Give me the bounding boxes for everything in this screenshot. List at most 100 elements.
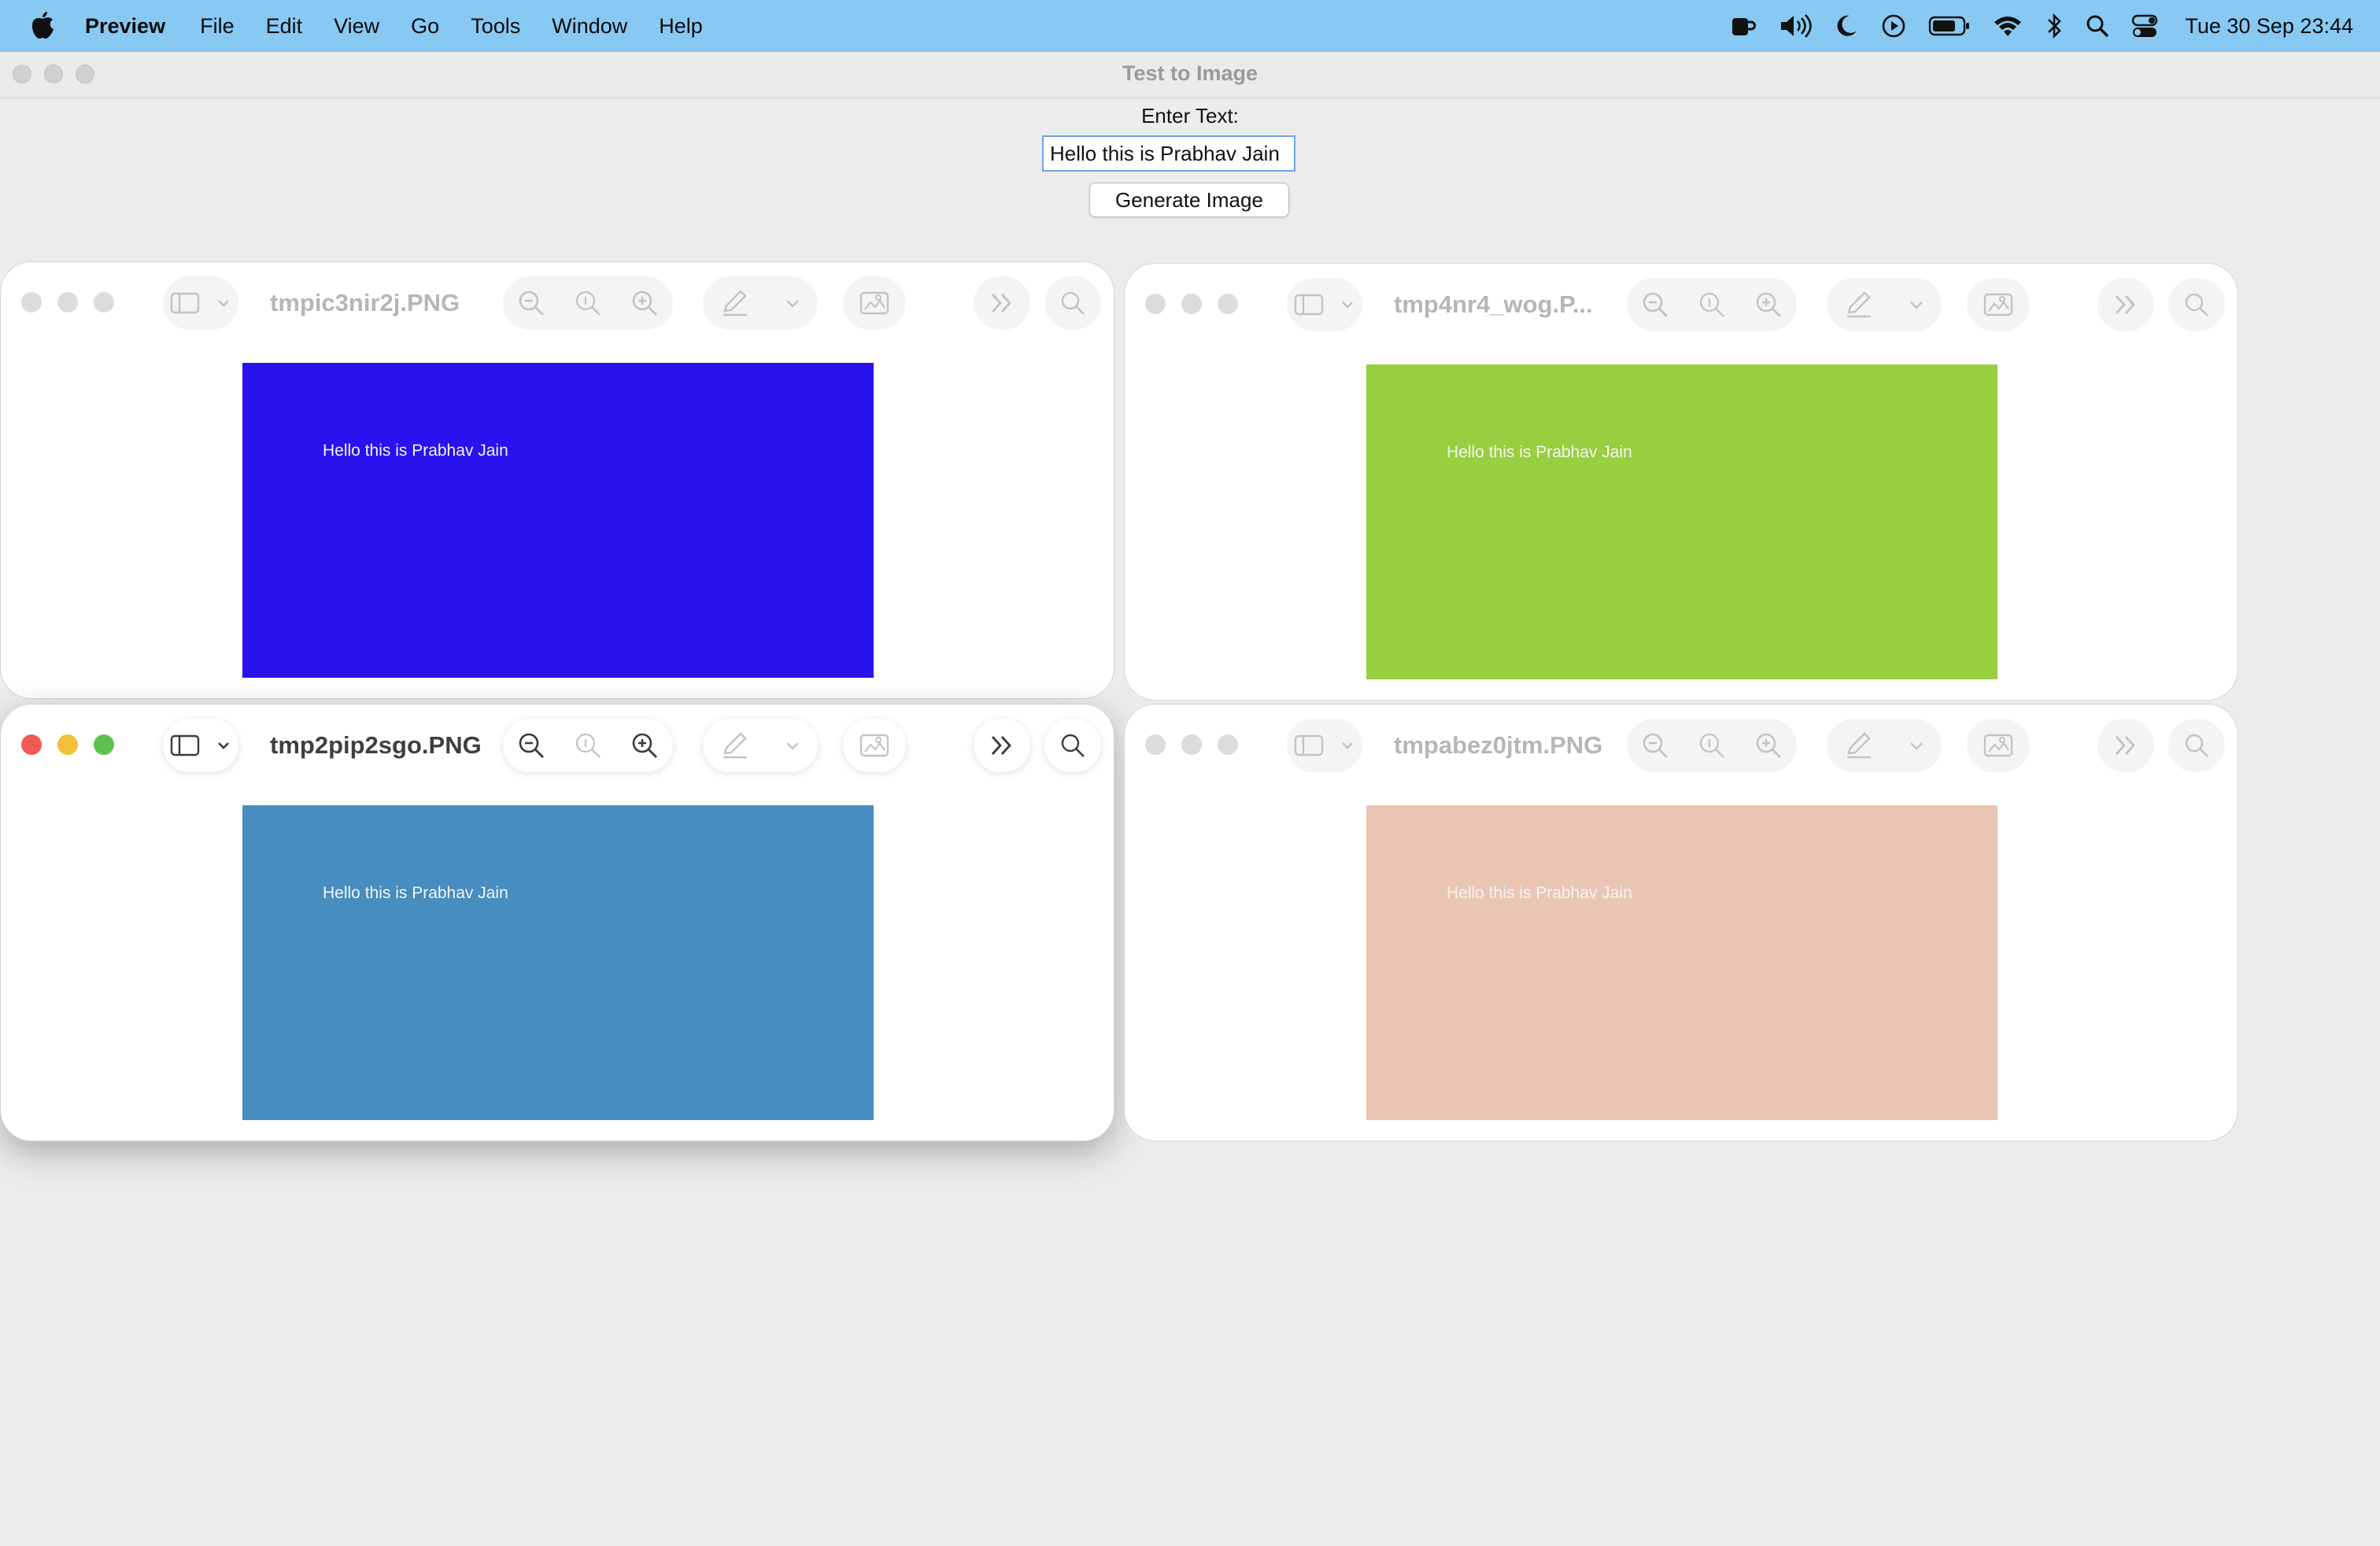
moon-icon[interactable] (1834, 13, 1859, 39)
maximize-window-button[interactable] (94, 292, 114, 313)
image-text: Hello this is Prabhav Jain (1447, 443, 1632, 461)
preview-window-1: tmpic3nir2j.PNG Hello this is Prabhav Ja… (0, 261, 1114, 699)
chevron-down-icon[interactable] (784, 738, 801, 753)
more-toolbar-button[interactable] (2097, 278, 2154, 331)
menu-window[interactable]: Window (552, 14, 627, 39)
chevron-down-icon[interactable] (784, 295, 801, 311)
menu-edit[interactable]: Edit (266, 14, 303, 39)
menu-file[interactable]: File (200, 14, 235, 39)
preview-window-4: tmpabez0jtm.PNG Hello this is Prabhav Ja… (1124, 704, 2238, 1141)
more-toolbar-button[interactable] (2097, 719, 2154, 772)
chevron-down-icon[interactable] (1908, 738, 1925, 753)
rotate-button[interactable] (1967, 719, 2030, 772)
maximize-window-button[interactable] (1218, 734, 1238, 755)
search-button[interactable] (2168, 719, 2225, 772)
close-window-button[interactable] (1145, 294, 1166, 314)
file-name: tmpabez0jtm.PNG (1394, 731, 1603, 759)
menu-clock[interactable]: Tue 30 Sep 23:44 (2185, 14, 2353, 39)
minimize-window-button[interactable] (57, 734, 78, 755)
search-icon (1059, 732, 1086, 759)
zoom-out-icon[interactable] (517, 289, 545, 317)
zoom-in-icon[interactable] (1754, 290, 1783, 319)
text-input[interactable] (1042, 135, 1295, 172)
close-window-button[interactable] (1145, 734, 1166, 755)
menu-view[interactable]: View (334, 14, 379, 39)
minimize-window-button[interactable] (1181, 294, 1202, 314)
close-window-button[interactable] (21, 734, 42, 755)
chevron-double-right-icon (2112, 733, 2140, 758)
markup-controls (703, 276, 818, 330)
rotate-button[interactable] (843, 276, 906, 330)
window-controls (21, 734, 130, 755)
zoom-controls (1627, 719, 1797, 772)
file-name: tmp2pip2sgo.PNG (270, 731, 482, 759)
zoom-out-icon[interactable] (1641, 731, 1669, 760)
chevron-down-icon (1340, 297, 1355, 313)
menu-list: Preview File Edit View Go Tools Window H… (85, 0, 734, 52)
search-icon[interactable] (2086, 14, 2109, 38)
image-canvas: Hello this is Prabhav Jain (1366, 805, 1998, 1120)
battery-icon[interactable] (1928, 15, 1971, 37)
wifi-icon[interactable] (1993, 14, 2023, 38)
search-button[interactable] (1044, 276, 1101, 330)
zoom-out-icon[interactable] (517, 731, 545, 760)
search-button[interactable] (2168, 278, 2225, 331)
generate-image-button[interactable]: Generate Image (1089, 183, 1289, 217)
maximize-window-button[interactable] (1218, 294, 1238, 314)
actual-size-icon[interactable] (574, 289, 602, 317)
menu-tools[interactable]: Tools (471, 14, 520, 39)
volume-icon[interactable] (1779, 13, 1813, 39)
more-toolbar-button[interactable] (974, 719, 1030, 772)
sidebar-icon (170, 733, 201, 758)
actual-size-icon[interactable] (1698, 731, 1726, 760)
sidebar-icon (1294, 733, 1325, 758)
file-name: tmp4nr4_wog.P... (1394, 290, 1593, 318)
apple-logo-icon[interactable] (30, 10, 55, 40)
menu-help[interactable]: Help (659, 14, 703, 39)
markup-pen-icon[interactable] (1844, 290, 1874, 319)
minimize-window-button[interactable] (1181, 734, 1202, 755)
more-toolbar-button[interactable] (974, 276, 1030, 330)
image-canvas: Hello this is Prabhav Jain (242, 363, 874, 678)
sidebar-toggle-button[interactable] (1287, 278, 1362, 331)
image-text: Hello this is Prabhav Jain (323, 884, 508, 902)
zoom-in-icon[interactable] (630, 731, 659, 760)
actual-size-icon[interactable] (1698, 290, 1726, 319)
rotate-button[interactable] (1967, 278, 2030, 331)
image-canvas: Hello this is Prabhav Jain (1366, 364, 1998, 679)
search-icon (2183, 291, 2210, 318)
search-button[interactable] (1044, 719, 1101, 772)
minimize-window-button[interactable] (57, 292, 78, 313)
markup-controls (1827, 719, 1942, 772)
markup-pen-icon[interactable] (720, 289, 750, 317)
play-icon[interactable] (1881, 13, 1906, 39)
menu-go[interactable]: Go (411, 14, 439, 39)
zoom-controls (503, 719, 673, 772)
zoom-controls (503, 276, 673, 330)
menu-bar: Preview File Edit View Go Tools Window H… (0, 0, 2380, 52)
close-window-button[interactable] (21, 292, 42, 313)
chevron-double-right-icon (988, 290, 1016, 316)
coffee-icon[interactable] (1730, 13, 1757, 39)
rotate-button[interactable] (843, 719, 906, 772)
bluetooth-icon[interactable] (2045, 13, 2064, 39)
zoom-controls (1627, 278, 1797, 331)
sidebar-toggle-button[interactable] (1287, 719, 1362, 772)
zoom-out-icon[interactable] (1641, 290, 1669, 319)
zoom-in-icon[interactable] (630, 289, 659, 317)
control-center-icon[interactable] (2131, 13, 2158, 39)
maximize-window-button[interactable] (94, 734, 114, 755)
zoom-in-icon[interactable] (1754, 731, 1783, 760)
file-name: tmpic3nir2j.PNG (270, 289, 460, 316)
markup-pen-icon[interactable] (720, 731, 750, 760)
sidebar-toggle-button[interactable] (163, 719, 238, 772)
sidebar-toggle-button[interactable] (163, 276, 238, 330)
chevron-down-icon[interactable] (1908, 297, 1925, 313)
image-canvas: Hello this is Prabhav Jain (242, 805, 874, 1120)
markup-pen-icon[interactable] (1844, 731, 1874, 760)
window-controls (21, 292, 130, 313)
actual-size-icon[interactable] (574, 731, 602, 760)
window-controls (1145, 734, 1254, 755)
rotate-image-icon (859, 289, 890, 317)
menu-app-preview[interactable]: Preview (85, 14, 165, 39)
